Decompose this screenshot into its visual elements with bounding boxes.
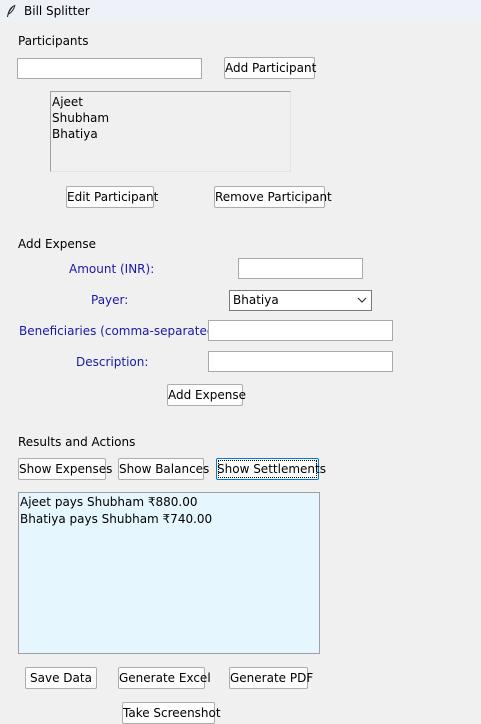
edit-participant-button[interactable]: Edit Participant [66,186,158,208]
result-line: Bhatiya pays Shubham ₹740.00 [20,512,213,526]
description-input[interactable] [208,351,393,372]
window-title: Bill Splitter [24,4,90,18]
add-expense-section-label: Add Expense [18,237,96,251]
show-balances-button[interactable]: Show Balances [118,458,209,480]
beneficiaries-input[interactable] [208,320,393,341]
participant-listbox[interactable]: Ajeet Shubham Bhatiya [50,91,291,172]
feather-icon [7,4,16,17]
amount-input[interactable] [238,258,363,279]
participant-name-input[interactable] [17,58,202,79]
payer-label: Payer: [91,293,129,307]
participants-section-label: Participants [18,34,89,48]
participant-list-item[interactable]: Ajeet [52,94,290,110]
take-screenshot-button[interactable]: Take Screenshot [122,702,221,724]
show-expenses-button[interactable]: Show Expenses [18,458,112,480]
payer-select[interactable]: Bhatiya [229,290,372,311]
participant-list-item[interactable]: Shubham [52,110,290,126]
result-line: Ajeet pays Shubham ₹880.00 [20,495,198,509]
add-participant-button[interactable]: Add Participant [224,57,316,79]
amount-label: Amount (INR): [69,262,155,276]
show-settlements-button[interactable]: Show Settlements [216,458,326,480]
chevron-down-icon[interactable] [357,295,367,305]
add-expense-button[interactable]: Add Expense [167,384,246,406]
generate-excel-button[interactable]: Generate Excel [118,667,211,689]
results-text-area[interactable]: Ajeet pays Shubham ₹880.00 Bhatiya pays … [18,492,320,654]
beneficiaries-label: Beneficiaries (comma-separated): [19,324,224,338]
payer-selected-value: Bhatiya [233,293,279,307]
generate-pdf-button[interactable]: Generate PDF [229,667,313,689]
participant-list-item[interactable]: Bhatiya [52,126,290,142]
remove-participant-button[interactable]: Remove Participant [214,186,332,208]
save-data-button[interactable]: Save Data [25,667,97,689]
description-label: Description: [76,355,149,369]
results-section-label: Results and Actions [18,435,136,449]
title-bar: Bill Splitter [0,0,481,22]
